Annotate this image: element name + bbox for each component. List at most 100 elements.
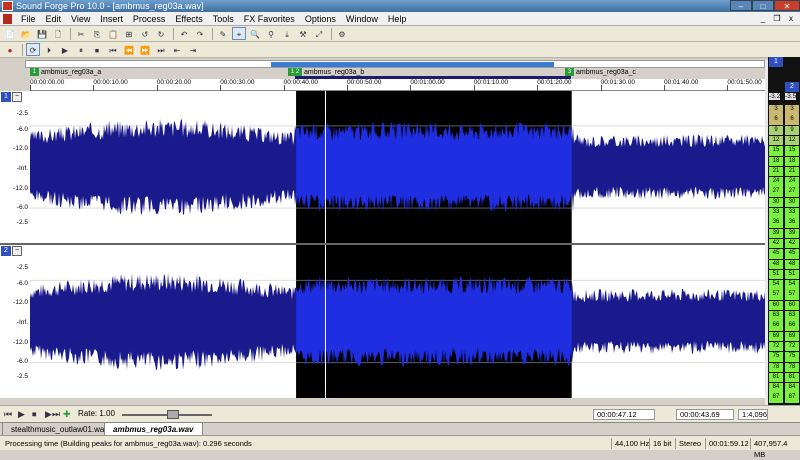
channel-2-waveform[interactable] <box>30 245 765 398</box>
go-to-end-icon[interactable]: ⏭ <box>52 409 60 420</box>
add-icon[interactable]: ✚ <box>63 409 71 420</box>
ruler-tick-label: 00:00:20.00 <box>156 79 192 91</box>
meter-scale-cell: 63 <box>785 311 799 321</box>
crop-icon[interactable]: ↻ <box>154 27 168 40</box>
menu-fx-favorites[interactable]: FX Favorites <box>239 12 300 26</box>
meter-scale-cell: 87 <box>785 393 799 403</box>
next-marker-icon[interactable]: ⇥ <box>186 43 200 56</box>
meter-scale-cell: 18 <box>769 156 783 166</box>
window-title: Sound Forge Pro 10.0 - [ambmus_reg03a.wa… <box>16 1 204 11</box>
meter-scale-cell: 72 <box>769 341 783 352</box>
copy-icon[interactable]: ⎘ <box>90 27 104 40</box>
save-as-icon[interactable]: 🗋 <box>51 27 65 40</box>
status-sample-rate[interactable]: 44,100 Hz <box>611 438 652 449</box>
minimize-button[interactable]: – <box>730 0 752 11</box>
region-marker-c[interactable]: 3 ambmus_reg03a_c <box>565 68 636 78</box>
channel-1-number[interactable]: 1 <box>1 92 11 102</box>
meter-scale-cell: 84 <box>785 383 799 393</box>
play-icon[interactable]: ▶ <box>18 409 25 420</box>
cut-icon[interactable]: ✂ <box>74 27 88 40</box>
open-icon[interactable]: 📂 <box>19 27 33 40</box>
meter-scale-cell: 12 <box>769 135 783 146</box>
close-button[interactable]: ✕ <box>774 0 800 11</box>
meter-scale-cell: 9 <box>785 125 799 136</box>
zoom-normal-icon[interactable]: ⤢ <box>312 27 326 40</box>
meter-scale-cell: 57 <box>785 290 799 300</box>
menu-window[interactable]: Window <box>341 12 383 26</box>
meter-scale-cell: 15 <box>769 146 783 156</box>
play-all-icon[interactable]: ⏵ <box>42 43 56 56</box>
menu-effects[interactable]: Effects <box>170 12 207 26</box>
event-tool-icon[interactable]: ⤓ <box>280 27 294 40</box>
zoom-ratio-field[interactable]: 1:4,096 <box>738 409 768 420</box>
meter-scale-cell: 36 <box>769 218 783 228</box>
meter-peak-2[interactable]: -3.5 <box>785 93 797 100</box>
menu-insert[interactable]: Insert <box>95 12 128 26</box>
play-icon[interactable]: ▶ <box>58 43 72 56</box>
menu-view[interactable]: View <box>66 12 95 26</box>
overview-bar[interactable] <box>25 60 765 68</box>
menu-tools[interactable]: Tools <box>208 12 239 26</box>
menu-process[interactable]: Process <box>128 12 171 26</box>
channel-1-waveform[interactable] <box>30 91 765 243</box>
mix-icon[interactable]: ⊞ <box>122 27 136 40</box>
status-length: 00:01:59.12 <box>705 438 752 449</box>
db-label: -2.5 <box>16 110 28 117</box>
horizontal-scrollbar[interactable] <box>0 398 765 405</box>
db-label: -Inf. <box>16 165 28 172</box>
meter-channel-2-label: 2 <box>785 82 799 92</box>
edit-tool-icon[interactable]: ⌖ <box>232 27 246 40</box>
pause-icon[interactable]: ⏸ <box>74 43 88 56</box>
magnify-tool-icon[interactable]: 🔍 <box>248 27 262 40</box>
meter-scale-cell: 42 <box>769 238 783 249</box>
standard-toolbar: 📄 📂 💾 🗋 ✂ ⎘ 📋 ⊞ ↺ ↻ ↶ ↷ ✎ ⌖ 🔍 ⚲ ⤓ ⚒ ⤢ ⚙ <box>0 26 800 42</box>
meter-scale-cell: 27 <box>785 187 799 197</box>
document-icon[interactable] <box>3 14 12 24</box>
undo-icon[interactable]: ↶ <box>177 27 191 40</box>
go-to-start-icon[interactable]: ⏮ <box>106 43 120 56</box>
forward-icon[interactable]: ⏩ <box>138 43 152 56</box>
maximize-button[interactable]: □ <box>752 0 774 11</box>
trim-icon[interactable]: ↺ <box>138 27 152 40</box>
new-icon[interactable]: 📄 <box>3 27 17 40</box>
channel-2-number[interactable]: 2 <box>1 246 11 256</box>
rewind-icon[interactable]: ⏪ <box>122 43 136 56</box>
pencil-tool-icon[interactable]: ✎ <box>216 27 230 40</box>
envelope-tool-icon[interactable]: ⚲ <box>264 27 278 40</box>
record-icon[interactable]: ● <box>3 43 17 56</box>
stop-icon[interactable]: ⏹ <box>90 43 104 56</box>
go-to-end-icon[interactable]: ⏭ <box>154 43 168 56</box>
menu-file[interactable]: File <box>16 12 41 26</box>
mdi-restore-button[interactable]: ❐ <box>772 14 782 24</box>
overview-view-region[interactable] <box>271 62 554 67</box>
play-normal-icon[interactable]: ▶ <box>45 409 52 420</box>
mdi-minimize-button[interactable]: _ <box>758 14 768 24</box>
meter-scale-cell: 51 <box>769 269 783 280</box>
status-channels[interactable]: Stereo <box>675 438 704 449</box>
time-ruler[interactable]: 00:00:00.00 00:00:10.00 00:00:20.00 00:00:3… <box>30 79 765 91</box>
rate-slider-thumb[interactable] <box>167 410 179 419</box>
selection-start-field[interactable]: 00:00:47.12 <box>593 409 655 420</box>
rate-label: Rate: 1.00 <box>78 409 115 418</box>
status-bit-depth[interactable]: 16 bit <box>649 438 674 449</box>
region-marker-a[interactable]: 1 ambmus_reg03a_a <box>30 68 101 78</box>
menu-edit[interactable]: Edit <box>41 12 67 26</box>
meter-scale-cell: 84 <box>769 383 783 393</box>
menu-options[interactable]: Options <box>300 12 341 26</box>
prev-marker-icon[interactable]: ⇤ <box>170 43 184 56</box>
save-icon[interactable]: 💾 <box>35 27 49 40</box>
redo-icon[interactable]: ↷ <box>193 27 207 40</box>
selection-end-field[interactable]: 00:00:43.69 <box>676 409 734 420</box>
settings-icon[interactable]: ⚙ <box>335 27 349 40</box>
menu-help[interactable]: Help <box>383 12 412 26</box>
stop-icon[interactable]: ⏹ <box>32 409 37 420</box>
channel-1-minimize-button[interactable]: − <box>12 92 22 102</box>
snap-icon[interactable]: ⚒ <box>296 27 310 40</box>
mdi-close-button[interactable]: x <box>786 14 796 24</box>
channel-2-minimize-button[interactable]: − <box>12 246 22 256</box>
paste-icon[interactable]: 📋 <box>106 27 120 40</box>
meter-peak-1[interactable]: -3.2 <box>769 93 781 100</box>
loop-icon[interactable]: ⟳ <box>26 43 40 56</box>
ruler-tick-label: 00:01:50.00 <box>727 79 762 91</box>
go-to-start-icon[interactable]: ⏮ <box>4 409 12 420</box>
